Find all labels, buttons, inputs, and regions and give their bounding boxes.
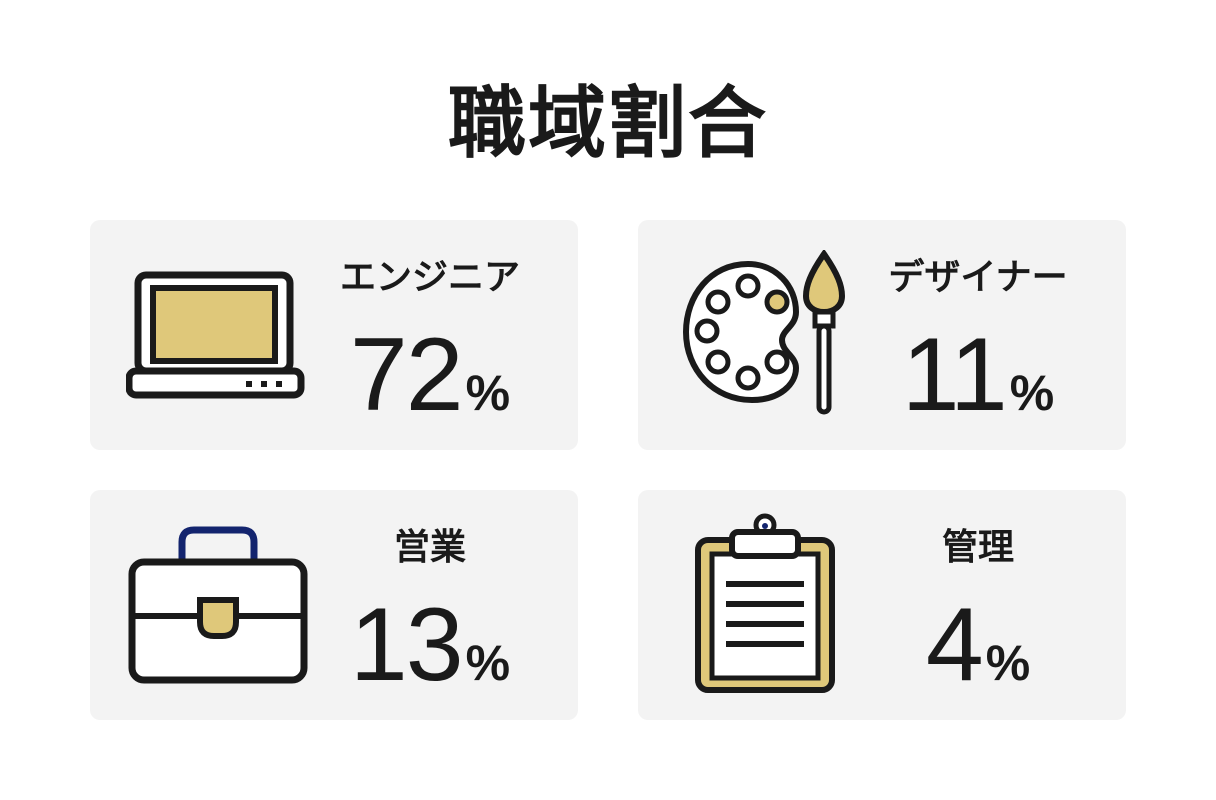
card-percentage: 11 <box>901 317 1008 433</box>
percent-sign: % <box>465 635 511 691</box>
card-value: 11% <box>868 320 1088 460</box>
card-value: 13% <box>320 590 540 730</box>
card-engineer: エンジニア 72% <box>90 220 578 450</box>
card-label: 営業 <box>393 527 466 568</box>
card-value: 72% <box>320 320 540 460</box>
percent-sign: % <box>1009 365 1055 421</box>
card-sales: 営業 13% <box>90 490 578 720</box>
card-label: 管理 <box>941 527 1014 568</box>
card-designer: デザイナー 11% <box>638 220 1126 450</box>
card-percentage: 13 <box>349 587 464 703</box>
percent-sign: % <box>985 635 1031 691</box>
percent-sign: % <box>465 365 511 421</box>
laptop-icon <box>126 271 305 399</box>
card-percentage: 72 <box>349 317 464 433</box>
card-label: エンジニア <box>339 257 520 298</box>
card-management: 管理 4% <box>638 490 1126 720</box>
card-label: デザイナー <box>888 257 1068 298</box>
palette-brush-icon <box>682 250 846 415</box>
clipboard-icon <box>695 513 835 693</box>
briefcase-icon <box>128 526 308 684</box>
card-value: 4% <box>868 590 1088 730</box>
page-title: 職域割合 <box>447 79 768 169</box>
card-percentage: 4 <box>925 587 984 703</box>
